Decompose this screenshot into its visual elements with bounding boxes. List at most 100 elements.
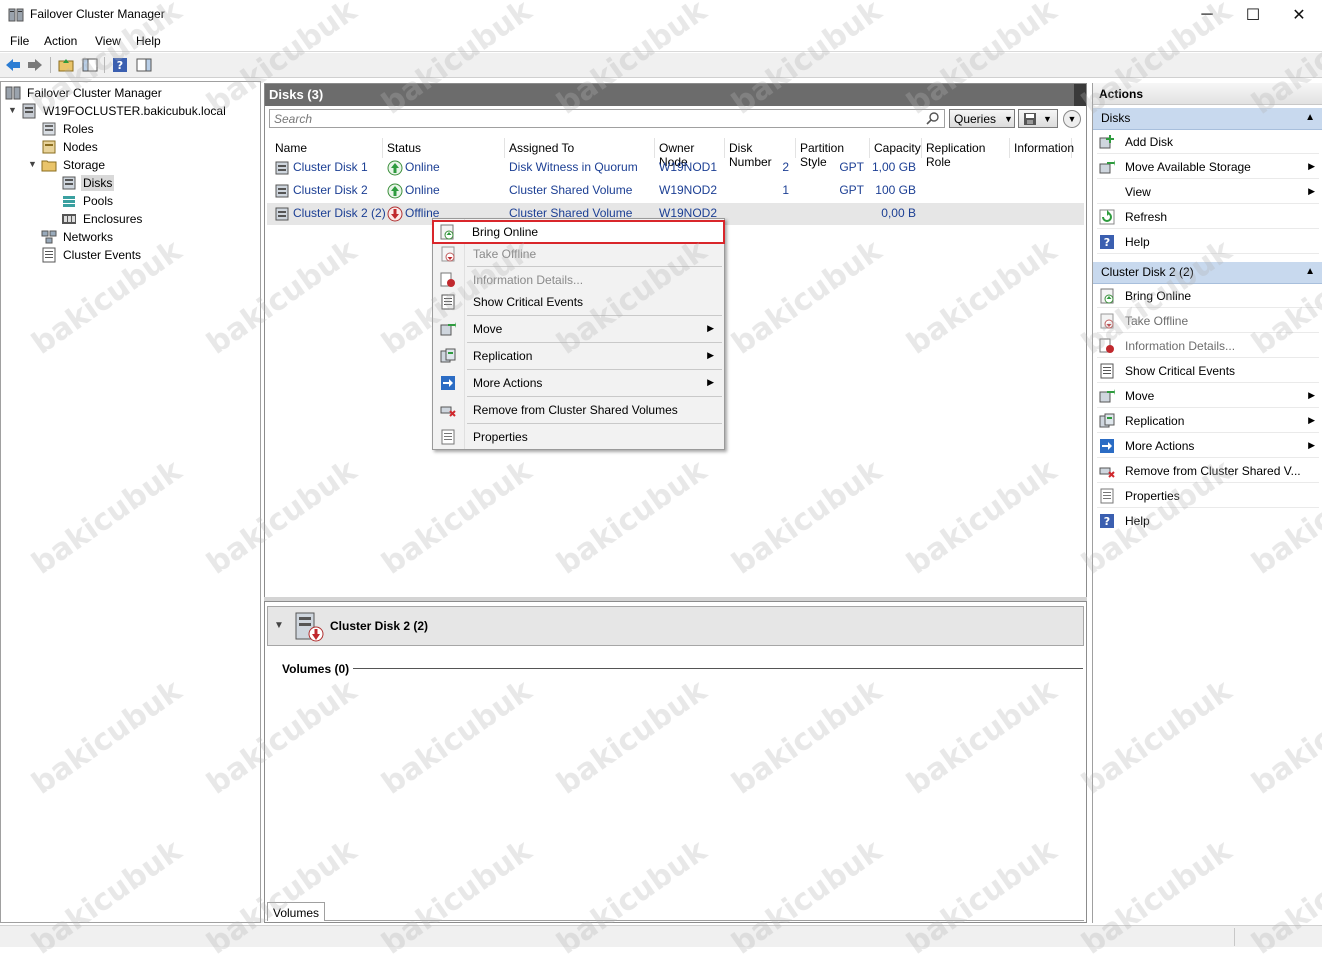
- up-folder-icon[interactable]: [57, 56, 75, 74]
- tree-disks-label: Disks: [81, 175, 115, 191]
- column-status[interactable]: Status: [383, 138, 505, 158]
- ctx-remove-from-csv[interactable]: Remove from Cluster Shared Volumes: [435, 399, 722, 421]
- action-help-2[interactable]: ? Help: [1097, 509, 1319, 533]
- cluster-manager-icon: [8, 8, 24, 22]
- action-bring-online[interactable]: Bring Online: [1097, 284, 1319, 308]
- menu-view[interactable]: View: [92, 33, 124, 49]
- column-owner-node[interactable]: Owner Node: [655, 138, 725, 169]
- column-partition-style[interactable]: Partition Style: [796, 138, 870, 169]
- enclosures-icon: [62, 214, 76, 224]
- tree-disks[interactable]: Disks: [61, 174, 115, 192]
- tree-enclosures[interactable]: Enclosures: [61, 210, 144, 228]
- minimize-button[interactable]: ─: [1184, 0, 1230, 30]
- column-capacity[interactable]: Capacity: [870, 138, 922, 158]
- tree-pools[interactable]: Pools: [61, 192, 115, 210]
- queries-button[interactable]: Queries ▼: [949, 109, 1015, 128]
- row-name: Cluster Disk 2: [293, 183, 368, 197]
- tree-networks[interactable]: Networks: [41, 228, 115, 246]
- action-information-details[interactable]: Information Details...: [1097, 334, 1319, 358]
- maximize-button[interactable]: ☐: [1230, 0, 1276, 30]
- tab-volumes[interactable]: Volumes: [267, 902, 325, 921]
- action-replication[interactable]: Replication ▶: [1097, 409, 1319, 433]
- tree-cluster-events[interactable]: Cluster Events: [41, 246, 143, 264]
- svg-text:?: ?: [1104, 515, 1110, 528]
- collapse-icon[interactable]: ▼: [28, 159, 38, 169]
- column-assigned-to[interactable]: Assigned To: [505, 138, 655, 158]
- ctx-properties[interactable]: Properties: [435, 426, 722, 448]
- information-details-icon: [440, 272, 455, 287]
- collapse-up-icon[interactable]: ▲: [1305, 266, 1315, 277]
- help-icon[interactable]: ?: [111, 56, 129, 74]
- action-show-critical-events[interactable]: Show Critical Events: [1097, 359, 1319, 383]
- table-row[interactable]: Cluster Disk 1 Online Disk Witness in Qu…: [267, 157, 1084, 179]
- row-disk-number: 1: [782, 183, 789, 197]
- row-owner: W19NOD1: [659, 160, 718, 174]
- ctx-move[interactable]: Move ▶: [435, 318, 722, 340]
- toolbar: ?: [0, 53, 1322, 78]
- action-label: Show Critical Events: [1125, 363, 1236, 378]
- action-properties[interactable]: Properties: [1097, 484, 1319, 508]
- action-refresh[interactable]: Refresh: [1097, 205, 1319, 229]
- ctx-more-actions[interactable]: More Actions ▶: [435, 372, 722, 394]
- search-placeholder: Search: [274, 112, 313, 126]
- search-icon[interactable]: [926, 111, 940, 125]
- tree-cluster[interactable]: W19FOCLUSTER.bakicubuk.local: [21, 102, 228, 120]
- ctx-replication[interactable]: Replication ▶: [435, 345, 722, 367]
- menu-file[interactable]: File: [7, 33, 32, 49]
- collapse-up-icon[interactable]: ▲: [1305, 112, 1315, 123]
- action-take-offline[interactable]: Take Offline: [1097, 309, 1319, 333]
- actions-section-cluster-disk[interactable]: Cluster Disk 2 (2) ▲: [1093, 262, 1322, 284]
- ctx-label: Properties: [473, 430, 528, 444]
- volumes-divider: [353, 668, 1083, 669]
- tree-storage[interactable]: Storage: [41, 156, 107, 174]
- ctx-bring-online[interactable]: Bring Online: [432, 220, 725, 244]
- action-remove-from-csv[interactable]: Remove from Cluster Shared V...: [1097, 459, 1319, 483]
- ctx-information-details[interactable]: Information Details...: [435, 269, 722, 291]
- tree-root[interactable]: Failover Cluster Manager: [5, 84, 164, 102]
- action-more-actions[interactable]: More Actions ▶: [1097, 434, 1319, 458]
- action-move-available-storage[interactable]: Move Available Storage ▶: [1097, 155, 1319, 179]
- actions-section-disks[interactable]: Disks ▲: [1093, 108, 1322, 130]
- action-label: Remove from Cluster Shared V...: [1125, 463, 1301, 478]
- column-name[interactable]: Name: [271, 138, 383, 158]
- chevron-down-icon: ▼: [1043, 113, 1052, 124]
- collapse-icon[interactable]: ▼: [274, 620, 284, 631]
- table-row[interactable]: Cluster Disk 2 Online Cluster Shared Vol…: [267, 180, 1084, 202]
- menu-action[interactable]: Action: [41, 33, 80, 49]
- ctx-show-critical-events[interactable]: Show Critical Events: [435, 291, 722, 313]
- action-add-disk[interactable]: Add Disk: [1097, 130, 1319, 154]
- actions-title: Actions: [1099, 87, 1144, 101]
- window-title: Failover Cluster Manager: [30, 7, 165, 21]
- column-disk-number[interactable]: Disk Number: [725, 138, 796, 169]
- ctx-take-offline[interactable]: Take Offline: [435, 243, 722, 265]
- show-hide-tree-icon[interactable]: [81, 56, 99, 74]
- show-hide-action-pane-icon[interactable]: [135, 56, 153, 74]
- action-move[interactable]: Move ▶: [1097, 384, 1319, 408]
- action-label: Take Offline: [1125, 313, 1189, 328]
- action-view[interactable]: View ▶: [1097, 180, 1319, 204]
- action-help[interactable]: ? Help: [1097, 230, 1319, 254]
- disk-icon: [275, 161, 289, 175]
- pane-header: Disks (3): [265, 84, 1086, 106]
- close-button[interactable]: ✕: [1276, 0, 1322, 30]
- tree-roles[interactable]: Roles: [41, 120, 96, 138]
- column-information[interactable]: Information: [1010, 138, 1074, 158]
- svg-text:?: ?: [1104, 236, 1110, 249]
- submenu-arrow-icon: ▶: [1308, 390, 1315, 400]
- svg-text:?: ?: [117, 59, 123, 72]
- ctx-label: Information Details...: [473, 273, 584, 287]
- tree-cluster-label: W19FOCLUSTER.bakicubuk.local: [43, 104, 226, 118]
- back-icon[interactable]: [4, 56, 22, 74]
- detail-title: Cluster Disk 2 (2): [330, 619, 429, 633]
- help-icon: ?: [1100, 234, 1114, 249]
- search-input[interactable]: Search: [269, 109, 945, 128]
- collapse-icon[interactable]: ▼: [8, 105, 18, 115]
- menu-help[interactable]: Help: [133, 33, 164, 49]
- column-replication-role[interactable]: Replication Role: [922, 138, 1010, 169]
- save-query-button[interactable]: ▼: [1018, 109, 1058, 128]
- forward-icon[interactable]: [26, 56, 44, 74]
- tree-nodes[interactable]: Nodes: [41, 138, 100, 156]
- detail-pane: ▼ Cluster Disk 2 (2) Volumes (0) Volumes: [264, 601, 1087, 923]
- row-assigned: Cluster Shared Volume: [509, 183, 633, 197]
- expand-icon[interactable]: ▼: [1063, 110, 1081, 128]
